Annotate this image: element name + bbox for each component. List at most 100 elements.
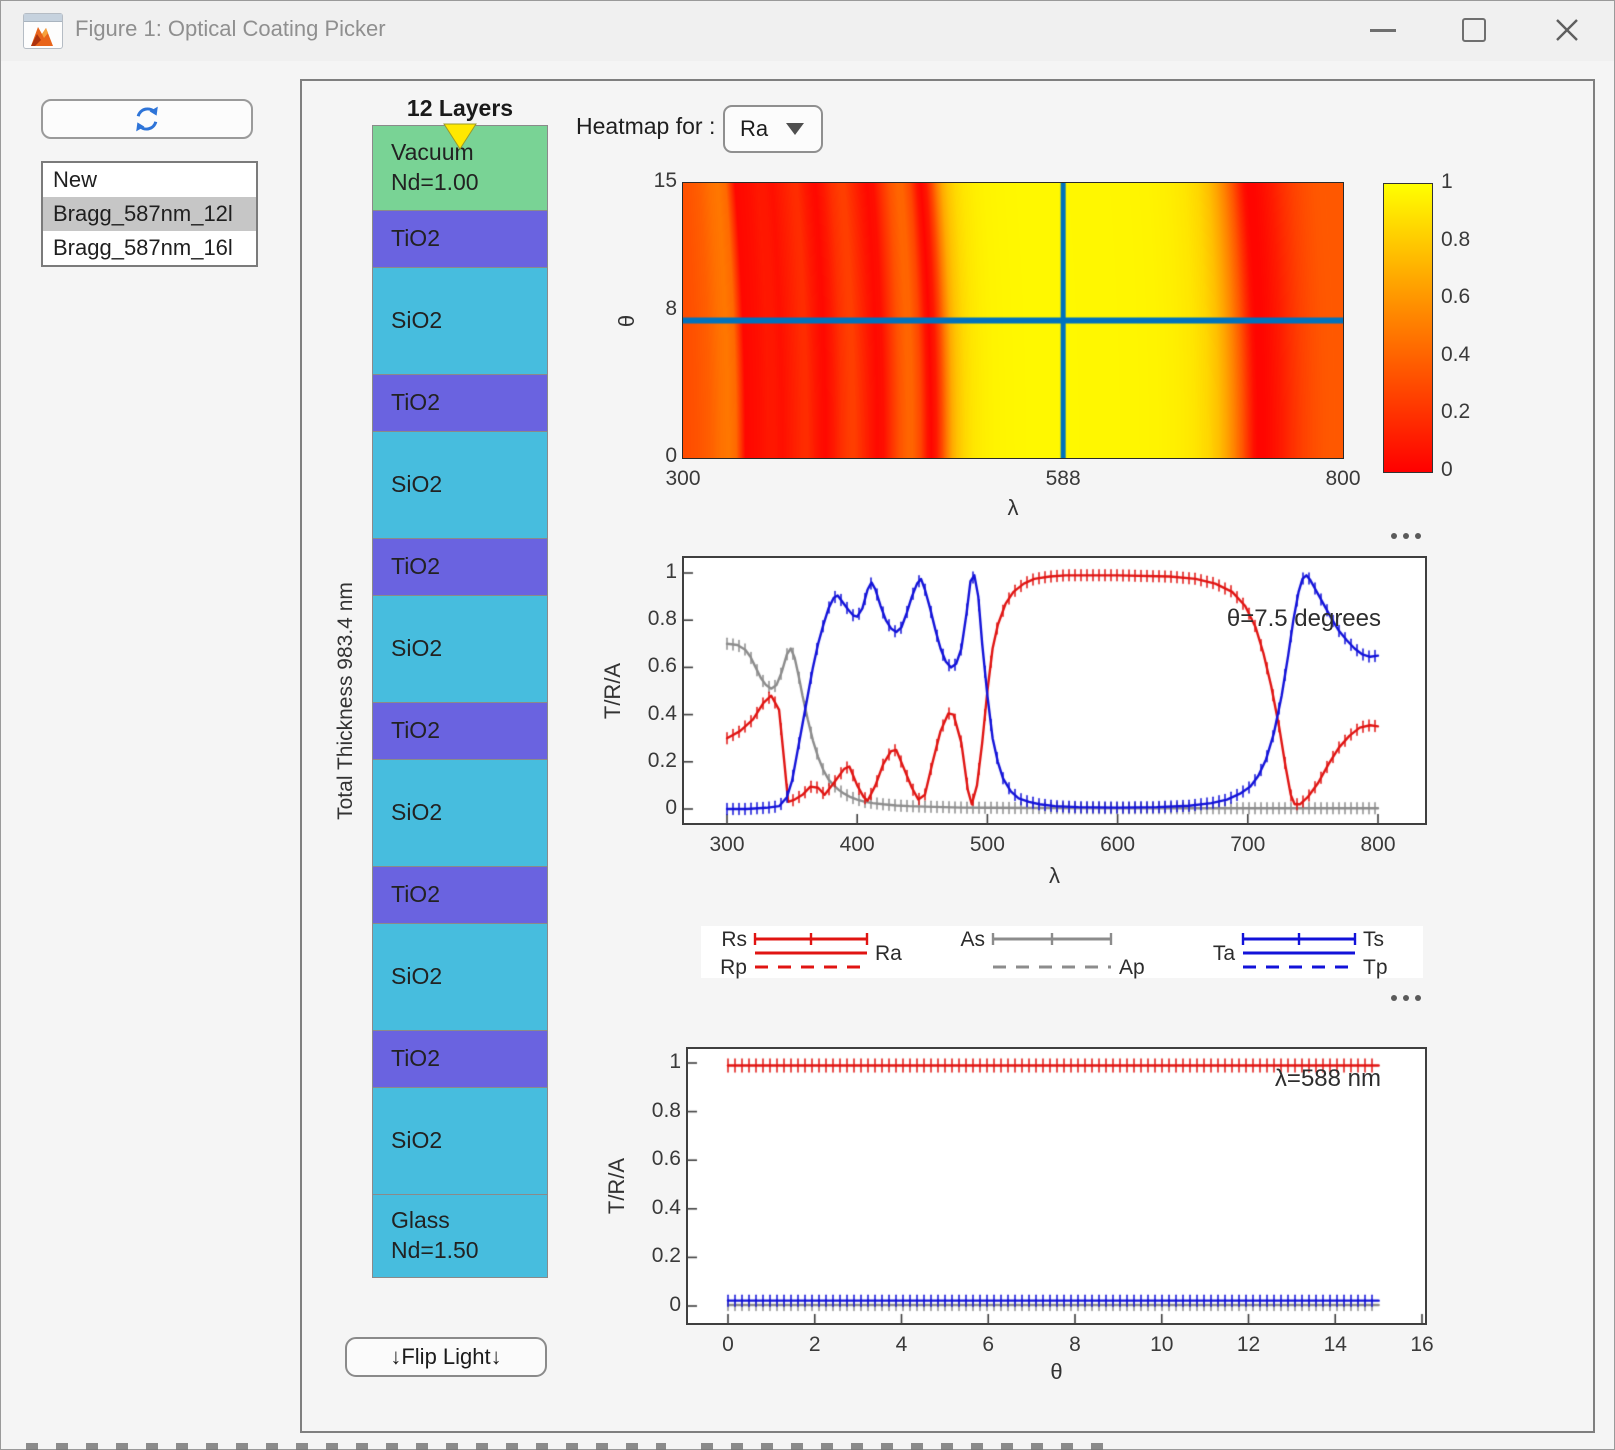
- matlab-icon-titlebar: [24, 14, 62, 22]
- heatmap-ylabel: θ: [614, 261, 640, 381]
- list-item-Bragg_587nm_16l[interactable]: Bragg_587nm_16l: [43, 231, 256, 265]
- heatmap-plot[interactable]: [682, 182, 1344, 459]
- bottom-xlabel: θ: [997, 1359, 1117, 1385]
- bottom-xtick-12: 12: [1209, 1333, 1289, 1357]
- layer-sio2[interactable]: SiO2: [372, 431, 548, 539]
- mid-xtick-700: 700: [1208, 833, 1288, 857]
- bottom-xtick-4: 4: [862, 1333, 942, 1357]
- close-icon: [1554, 17, 1580, 43]
- light-direction-marker[interactable]: [443, 123, 477, 150]
- background-window-sliver: [701, 1443, 1111, 1450]
- spectrum-plot: [682, 556, 1427, 825]
- list-item-New[interactable]: New: [43, 163, 256, 197]
- background-window-sliver: [26, 1443, 666, 1450]
- maximize-icon: [1462, 18, 1486, 42]
- legend-line-solid: [1241, 946, 1357, 960]
- colorbar-tick-0.6: 0.6: [1441, 285, 1511, 309]
- legend-label-Ra: Ra: [875, 942, 902, 966]
- maximize-button[interactable]: [1443, 1, 1505, 59]
- bottom-xtick-2: 2: [775, 1333, 855, 1357]
- legend-label-Rs: Rs: [707, 928, 747, 952]
- bottom-ylabel: T/R/A: [604, 1126, 630, 1246]
- legend-label-Ap: Ap: [1119, 956, 1145, 980]
- mid-xtick-500: 500: [947, 833, 1027, 857]
- matlab-membrane-glyph: [24, 22, 62, 48]
- legend-line-dashed: [1241, 960, 1357, 974]
- legend-line-errorbar: [753, 932, 869, 946]
- axes-toolbar-bottom[interactable]: [1387, 991, 1425, 1005]
- list-item-Bragg_587nm_12l[interactable]: Bragg_587nm_12l: [43, 197, 256, 231]
- layer-tio2[interactable]: TiO2: [372, 1030, 548, 1088]
- legend-label-Ts: Ts: [1363, 928, 1384, 952]
- bottom-xtick-16: 16: [1382, 1333, 1462, 1357]
- layer-sio2[interactable]: SiO2: [372, 267, 548, 375]
- spectrum-canvas: [684, 558, 1425, 823]
- legend-label-As: As: [947, 928, 985, 952]
- layer-sio2[interactable]: SiO2: [372, 595, 548, 703]
- heatmap-xlabel: λ: [953, 495, 1073, 521]
- close-button[interactable]: [1536, 1, 1598, 59]
- mid-xtick-600: 600: [1078, 833, 1158, 857]
- colorbar-tick-0.8: 0.8: [1441, 228, 1511, 252]
- minimize-button[interactable]: [1352, 1, 1414, 59]
- layer-stack: VacuumNd=1.00TiO2SiO2TiO2SiO2TiO2SiO2TiO…: [372, 126, 548, 1278]
- matlab-icon: [23, 13, 63, 49]
- layer-tio2[interactable]: TiO2: [372, 702, 548, 760]
- dropdown-value: Ra: [740, 116, 768, 142]
- window-title: Figure 1: Optical Coating Picker: [75, 16, 386, 42]
- total-thickness-label: Total Thickness 983.4 nm: [334, 491, 362, 911]
- legend: RsRaRpAsApTsTaTp: [701, 926, 1423, 978]
- colorbar-tick-0.2: 0.2: [1441, 400, 1511, 424]
- chevron-down-icon: [786, 123, 804, 135]
- layer-tio2[interactable]: TiO2: [372, 210, 548, 268]
- heatmap-xtick-300: 300: [643, 467, 723, 491]
- heatmap-xtick-588: 588: [1023, 467, 1103, 491]
- refresh-icon: [129, 103, 165, 135]
- axes-toolbar-mid[interactable]: [1387, 529, 1425, 543]
- heatmap-metric-dropdown[interactable]: Ra: [723, 105, 823, 153]
- figure-window: { "window": { "title": "Figure 1: Optica…: [0, 0, 1615, 1450]
- refresh-button[interactable]: [41, 99, 253, 139]
- mid-ytick-1: 1: [597, 560, 677, 584]
- bottom-ytick-1: 1: [601, 1050, 681, 1074]
- colorbar-tick-0: 0: [1441, 458, 1511, 482]
- title-bar: Figure 1: Optical Coating Picker: [1, 1, 1614, 61]
- legend-label-Rp: Rp: [707, 956, 747, 980]
- layer-sio2[interactable]: SiO2: [372, 923, 548, 1031]
- mid-ytick-0: 0: [597, 796, 677, 820]
- mid-xtick-400: 400: [817, 833, 897, 857]
- heatmap-ytick-0: 0: [597, 444, 677, 468]
- legend-line-dashed: [753, 960, 869, 974]
- colorbar-tick-1: 1: [1441, 170, 1511, 194]
- mid-xtick-800: 800: [1338, 833, 1418, 857]
- colorbar: [1383, 183, 1433, 473]
- mid-xlabel: λ: [995, 863, 1115, 889]
- legend-line-dashed: [991, 960, 1113, 974]
- stack-header: 12 Layers: [372, 95, 548, 122]
- bottom-ytick-0.8: 0.8: [601, 1099, 681, 1123]
- bottom-xtick-0: 0: [688, 1333, 768, 1357]
- mid-xtick-300: 300: [687, 833, 767, 857]
- mid-ytick-0.2: 0.2: [597, 749, 677, 773]
- legend-line-errorbar: [991, 932, 1113, 946]
- legend-label-Ta: Ta: [1197, 942, 1235, 966]
- heatmap-ytick-15: 15: [597, 169, 677, 193]
- layer-tio2[interactable]: TiO2: [372, 866, 548, 924]
- layer-tio2[interactable]: TiO2: [372, 374, 548, 432]
- bottom-ytick-0.2: 0.2: [601, 1244, 681, 1268]
- flip-light-button[interactable]: ↓Flip Light↓: [345, 1337, 547, 1377]
- layer-sio2[interactable]: SiO2: [372, 759, 548, 867]
- mid-ytick-0.8: 0.8: [597, 607, 677, 631]
- bottom-ytick-0: 0: [601, 1293, 681, 1317]
- preset-listbox[interactable]: NewBragg_587nm_12lBragg_587nm_16l: [41, 161, 258, 267]
- layer-glass[interactable]: GlassNd=1.50: [372, 1194, 548, 1278]
- bottom-xtick-14: 14: [1295, 1333, 1375, 1357]
- heatmap-canvas[interactable]: [683, 183, 1343, 458]
- minimize-icon: [1370, 29, 1396, 32]
- lambda-annotation: λ=588 nm: [1071, 1065, 1381, 1093]
- layer-tio2[interactable]: TiO2: [372, 538, 548, 596]
- bottom-xtick-6: 6: [948, 1333, 1028, 1357]
- mid-ylabel: T/R/A: [600, 631, 626, 751]
- colorbar-tick-0.4: 0.4: [1441, 343, 1511, 367]
- layer-sio2[interactable]: SiO2: [372, 1087, 548, 1195]
